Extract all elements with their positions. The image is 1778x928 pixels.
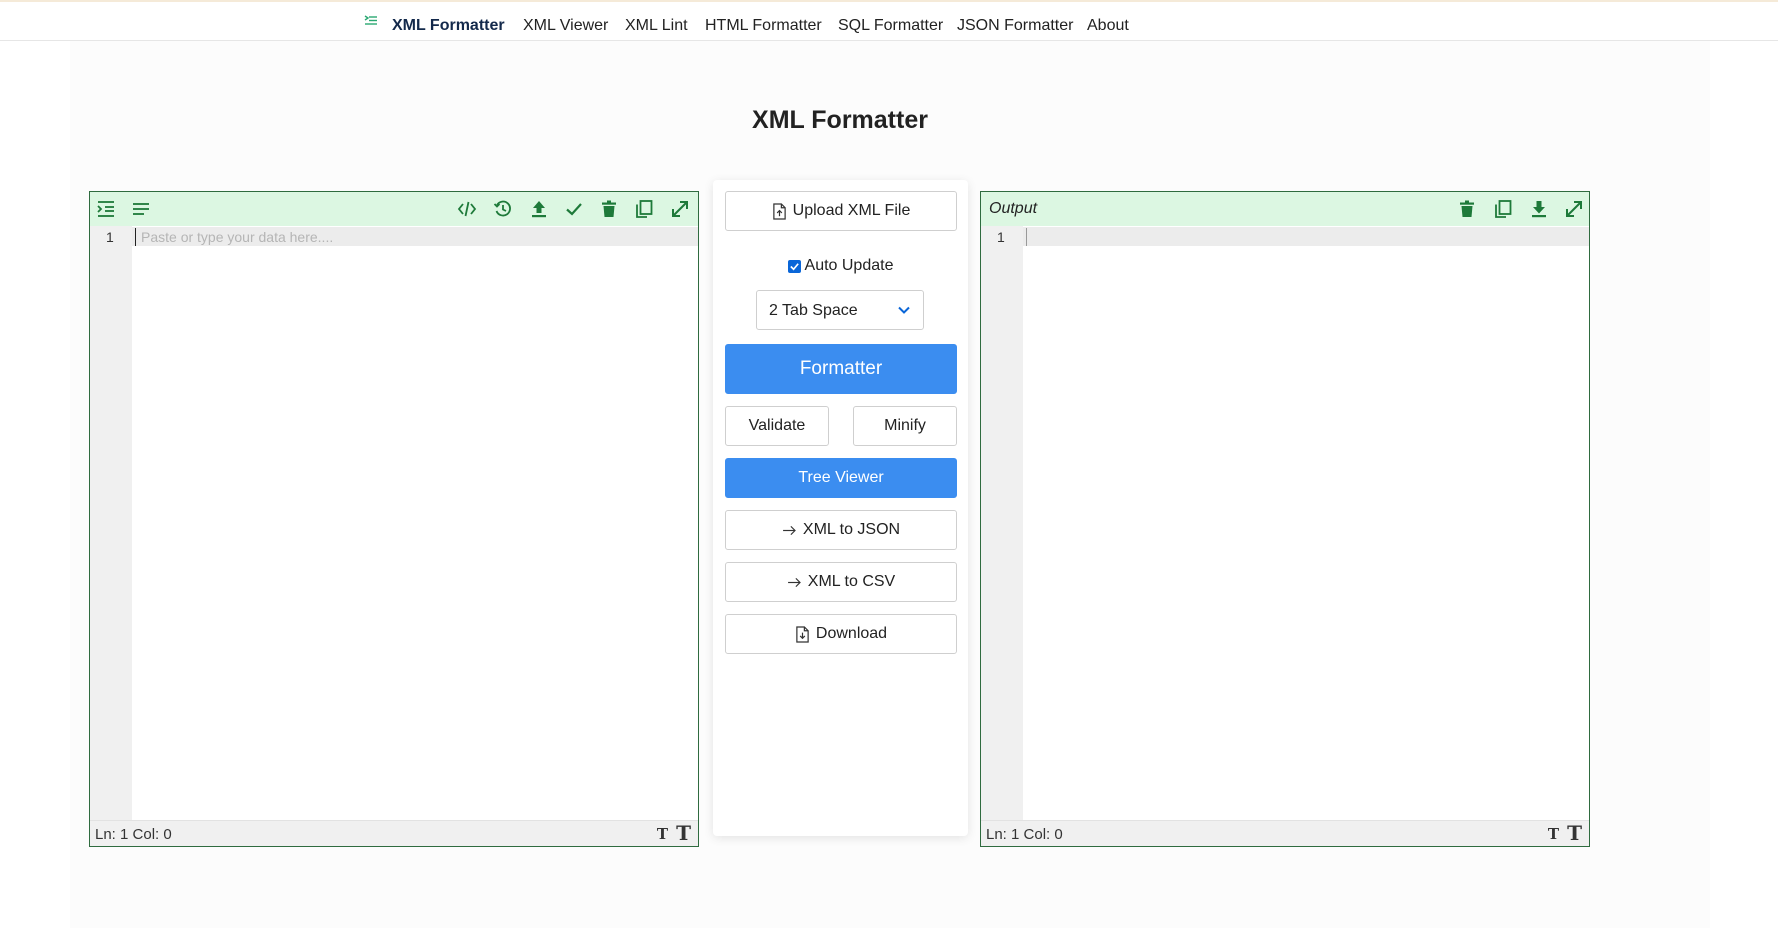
validate-button[interactable]: Validate (725, 406, 829, 446)
file-upload-icon (772, 202, 787, 220)
output-editor: Output 1 Ln: 1 Col: 0 T T (980, 191, 1590, 847)
xml-to-json-label: XML to JSON (802, 521, 901, 538)
cursor-position: Ln: 1 Col: 0 (986, 826, 1063, 843)
nav-xml-viewer[interactable]: XML Viewer (523, 17, 608, 35)
expand-icon[interactable] (1563, 199, 1585, 219)
xml-to-csv-button[interactable]: XML to CSV (725, 562, 957, 602)
text-cursor (1026, 228, 1027, 246)
indent-icon[interactable] (95, 199, 117, 219)
input-toolbar (90, 192, 698, 226)
trash-icon[interactable] (1456, 199, 1478, 219)
upload-icon[interactable] (528, 199, 550, 219)
copy-icon[interactable] (633, 199, 655, 219)
auto-update-label: Auto Update (804, 257, 894, 274)
decrease-font-button[interactable]: T (1548, 825, 1559, 843)
output-text-area[interactable] (1023, 246, 1589, 820)
upload-xml-file-label: Upload XML File (792, 202, 911, 219)
input-editor: 1 Paste or type your data here.... Ln: 1… (89, 191, 699, 847)
file-download-icon (795, 625, 810, 643)
download-label: Download (815, 625, 888, 642)
text-cursor (135, 228, 136, 246)
control-panel: Upload XML File Auto Update 2 Tab Space … (713, 180, 968, 836)
line-number: 1 (106, 229, 114, 245)
line-number: 1 (997, 229, 1005, 245)
auto-update-checkbox[interactable] (787, 259, 801, 273)
formatter-button[interactable]: Formatter (725, 344, 957, 394)
tree-viewer-button[interactable]: Tree Viewer (725, 458, 957, 498)
increase-font-button[interactable]: T (1567, 821, 1582, 845)
check-icon[interactable] (563, 199, 585, 219)
top-navbar: XML Formatter XML Viewer XML Lint HTML F… (0, 2, 1778, 41)
nav-xml-formatter[interactable]: XML Formatter (392, 17, 505, 35)
increase-font-button[interactable]: T (676, 821, 691, 845)
output-statusbar: Ln: 1 Col: 0 T T (981, 820, 1589, 846)
history-icon[interactable] (492, 199, 514, 219)
indent-select-value: 2 Tab Space (769, 302, 858, 319)
cursor-position: Ln: 1 Col: 0 (95, 826, 172, 843)
indent-select[interactable]: 2 Tab Space (756, 290, 924, 330)
output-label: Output (989, 200, 1038, 217)
page-title: XML Formatter (752, 106, 928, 134)
chevron-down-icon (897, 303, 911, 322)
menu-toggle-icon[interactable] (364, 14, 378, 28)
copy-icon[interactable] (1492, 199, 1514, 219)
download-icon[interactable] (1528, 199, 1550, 219)
line-gutter (981, 226, 1023, 820)
xml-to-json-button[interactable]: XML to JSON (725, 510, 957, 550)
output-toolbar: Output (981, 192, 1589, 226)
trash-icon[interactable] (598, 199, 620, 219)
xml-to-csv-label: XML to CSV (807, 573, 896, 590)
download-button[interactable]: Download (725, 614, 957, 654)
nav-json-formatter[interactable]: JSON Formatter (957, 17, 1073, 35)
upload-xml-file-button[interactable]: Upload XML File (725, 191, 957, 231)
active-line-highlight (1023, 227, 1589, 246)
decrease-font-button[interactable]: T (657, 825, 668, 843)
input-placeholder[interactable]: Paste or type your data here.... (141, 229, 333, 245)
nav-html-formatter[interactable]: HTML Formatter (705, 17, 822, 35)
input-statusbar: Ln: 1 Col: 0 T T (90, 820, 698, 846)
expand-icon[interactable] (669, 199, 691, 219)
arrow-right-icon (782, 525, 797, 536)
minify-button[interactable]: Minify (853, 406, 957, 446)
arrow-right-icon (787, 577, 802, 588)
auto-update-row: Auto Update (713, 257, 968, 275)
nav-sql-formatter[interactable]: SQL Formatter (838, 17, 943, 35)
wrap-lines-icon[interactable] (130, 199, 152, 219)
nav-xml-lint[interactable]: XML Lint (625, 17, 688, 35)
line-gutter (90, 226, 132, 820)
code-icon[interactable] (456, 199, 478, 219)
nav-about[interactable]: About (1087, 17, 1129, 35)
